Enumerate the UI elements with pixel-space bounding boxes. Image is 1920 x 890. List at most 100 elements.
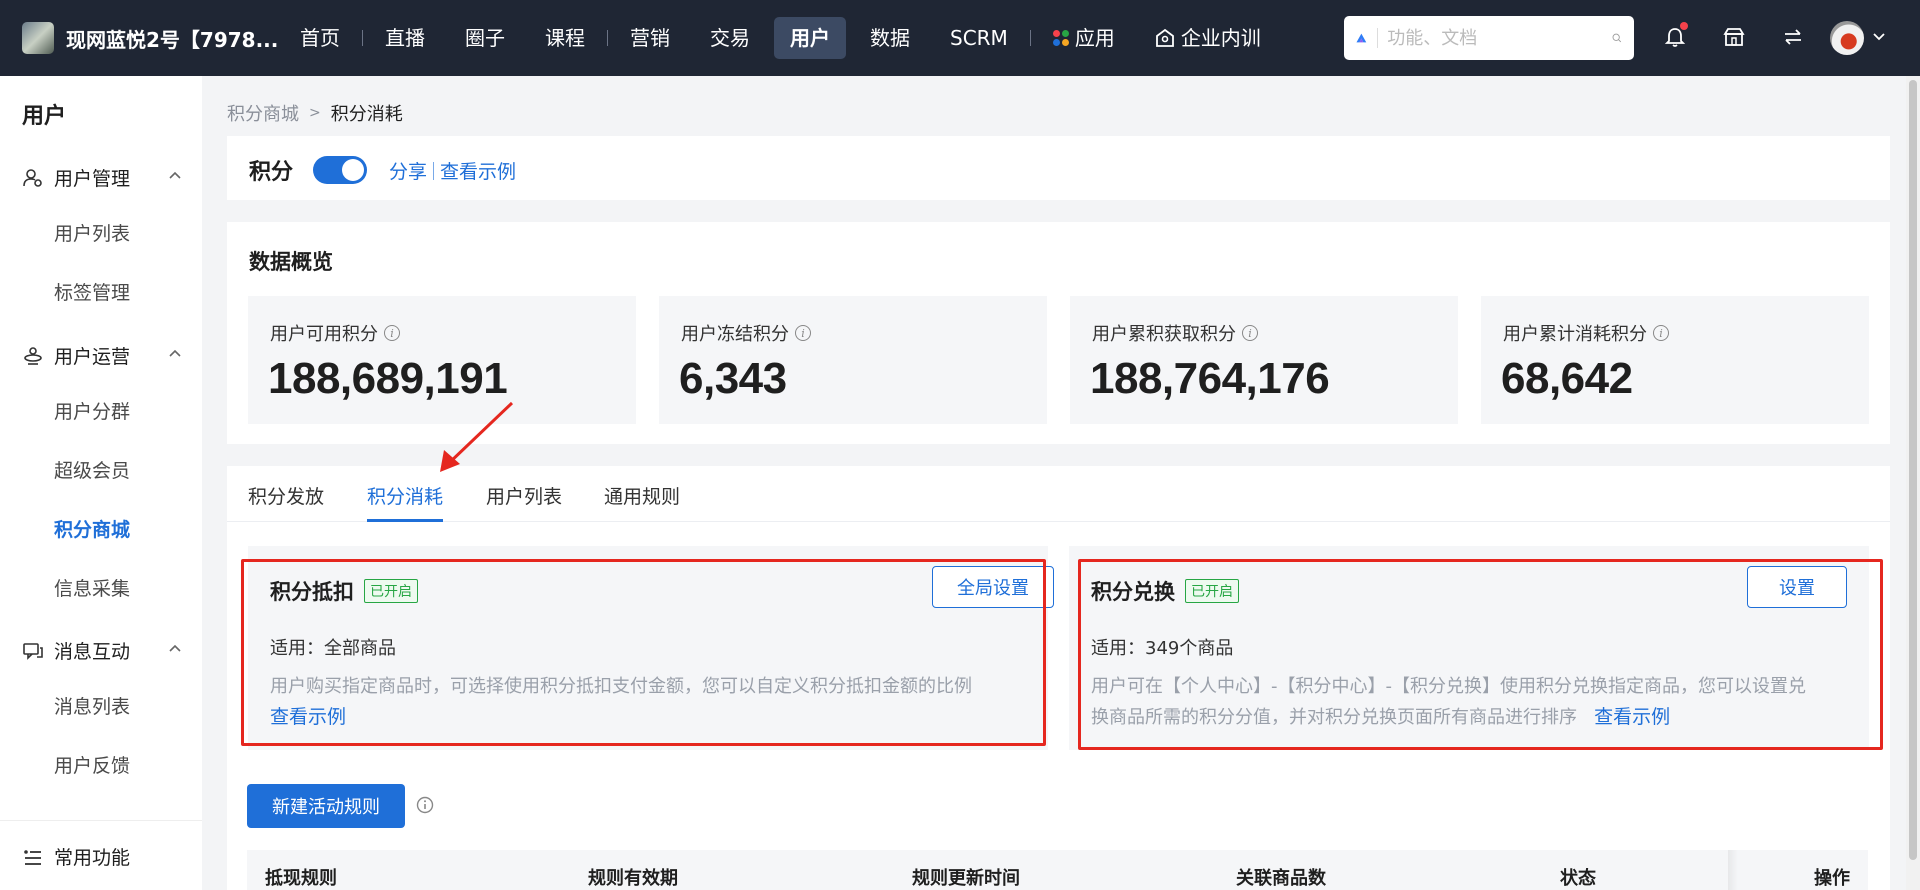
breadcrumb-current: 积分消耗 [330, 104, 403, 125]
column-header: 操作 [1814, 868, 1850, 889]
main-nav: 首页 直播 圈子 课程 营销 交易 用户 数据 SCRM 应用 企业内训 [280, 0, 1281, 76]
stat-label: 用户冻结积分 i [681, 320, 811, 346]
overview-title: 数据概览 [249, 250, 333, 274]
nav-divider [1029, 30, 1031, 46]
points-links: 分享 查看示例 [389, 157, 516, 184]
notification-dot [1680, 22, 1688, 30]
info-icon[interactable]: i [795, 325, 811, 341]
sidebar-title: 用户 [22, 104, 67, 129]
page-scrollbar[interactable] [1906, 76, 1920, 890]
sidebar-item-user-list[interactable]: 用户列表 [54, 219, 130, 246]
chevron-right-icon: > [309, 105, 321, 121]
stat-total-earned-points: 用户累积获取积分 i 188,764,176 [1070, 296, 1458, 424]
training-icon [1155, 28, 1174, 47]
swap-icon [1785, 29, 1801, 45]
sidebar-group-label: 用户运营 [54, 346, 131, 368]
view-example-link[interactable]: 查看示例 [440, 157, 516, 184]
global-search[interactable] [1344, 16, 1634, 60]
nav-data[interactable]: 数据 [854, 17, 926, 59]
list-icon [24, 849, 41, 865]
info-icon[interactable]: i [384, 325, 400, 341]
share-link[interactable]: 分享 [389, 157, 427, 184]
nav-scrm[interactable]: SCRM [934, 17, 1024, 59]
shop-logo [22, 22, 54, 54]
new-activity-rule-button[interactable]: 新建活动规则 [247, 784, 405, 828]
sidebar-divider [0, 820, 202, 821]
sidebar-item-user-segment[interactable]: 用户分群 [54, 397, 130, 424]
nav-circle[interactable]: 圈子 [449, 17, 521, 59]
info-icon[interactable]: i [1242, 325, 1258, 341]
store-button[interactable] [1719, 22, 1749, 52]
apps-icon [1052, 30, 1069, 46]
points-header-card: 积分 分享 查看示例 [227, 136, 1890, 200]
store-icon [1723, 28, 1745, 46]
stat-value: 68,642 [1501, 354, 1633, 403]
nav-divider [607, 30, 608, 46]
nav-trade[interactable]: 交易 [694, 17, 766, 59]
scrollbar-thumb[interactable] [1909, 80, 1917, 860]
shop-name: 现网蓝悦2号【7978... [66, 27, 279, 52]
user-gear-icon [23, 168, 42, 187]
shop-switcher[interactable]: 现网蓝悦2号【7978... [0, 22, 280, 54]
sidebar-group-label: 消息互动 [54, 641, 131, 663]
tab-points-consume[interactable]: 积分消耗 [367, 482, 443, 509]
sidebar-bottom-label: 常用功能 [54, 847, 131, 869]
sidebar-item-super-member[interactable]: 超级会员 [54, 456, 130, 483]
nav-live[interactable]: 直播 [369, 17, 441, 59]
info-icon[interactable] [416, 796, 434, 814]
user-avatar[interactable] [1830, 21, 1864, 55]
stat-label: 用户累积获取积分 i [1092, 320, 1258, 346]
notification-button[interactable] [1660, 22, 1690, 52]
sticky-column-shadow [1728, 850, 1738, 890]
column-header: 规则更新时间 [912, 868, 1020, 889]
stat-total-consumed-points: 用户累计消耗积分 i 68,642 [1481, 296, 1869, 424]
stat-value: 188,764,176 [1090, 354, 1330, 403]
search-input[interactable] [1387, 27, 1613, 49]
column-header: 规则有效期 [588, 868, 678, 889]
search-icon[interactable] [1612, 28, 1622, 48]
top-navigation-bar: 现网蓝悦2号【7978... 首页 直播 圈子 课程 营销 交易 用户 数据 S… [0, 0, 1920, 76]
sidebar: 用户 用户管理 用户列表 标签管理 用户运营 用户分群 超级会员 积分商城 信息… [0, 76, 202, 890]
points-toggle[interactable] [313, 156, 367, 184]
stat-frozen-points: 用户冻结积分 i 6,343 [659, 296, 1047, 424]
nav-course[interactable]: 课程 [529, 17, 601, 59]
tab-user-list[interactable]: 用户列表 [486, 482, 562, 509]
nav-home[interactable]: 首页 [284, 17, 356, 59]
breadcrumb: 积分商城 > 积分消耗 [227, 100, 403, 126]
points-title: 积分 [249, 160, 294, 185]
chevron-up-icon [169, 171, 181, 179]
nav-apps[interactable]: 应用 [1037, 17, 1131, 59]
column-header: 抵现规则 [265, 868, 337, 889]
assistant-logo-icon [1356, 33, 1367, 43]
sidebar-item-points-mall[interactable]: 积分商城 [54, 515, 130, 542]
nav-marketing[interactable]: 营销 [614, 17, 686, 59]
stat-value: 188,689,191 [268, 354, 508, 403]
sidebar-group-user-management[interactable]: 用户管理 [22, 164, 182, 191]
nav-divider [362, 30, 363, 46]
sidebar-item-message-list[interactable]: 消息列表 [54, 692, 130, 719]
tab-general-rules[interactable]: 通用规则 [604, 482, 680, 509]
nav-user[interactable]: 用户 [774, 17, 846, 59]
active-tab-indicator [367, 519, 443, 522]
sidebar-item-tag-management[interactable]: 标签管理 [54, 278, 130, 305]
nav-training[interactable]: 企业内训 [1139, 17, 1277, 59]
switch-button[interactable] [1778, 22, 1808, 52]
sidebar-group-user-operation[interactable]: 用户运营 [22, 342, 182, 369]
chevron-down-icon[interactable] [1872, 32, 1886, 42]
chevron-up-icon [169, 644, 181, 652]
nav-training-label: 企业内训 [1180, 26, 1261, 50]
annotation-arrow-icon [440, 401, 514, 472]
sidebar-group-message[interactable]: 消息互动 [22, 637, 182, 664]
info-icon[interactable]: i [1653, 325, 1669, 341]
highlight-frame [241, 559, 1046, 746]
breadcrumb-parent[interactable]: 积分商城 [227, 100, 299, 126]
highlight-frame [1078, 559, 1883, 750]
link-divider [433, 161, 435, 180]
chevron-up-icon [169, 349, 181, 357]
sidebar-item-user-feedback[interactable]: 用户反馈 [54, 751, 130, 778]
tab-points-issue[interactable]: 积分发放 [248, 482, 324, 509]
sidebar-group-label: 用户管理 [54, 168, 131, 190]
sidebar-common-functions[interactable]: 常用功能 [22, 843, 182, 870]
column-header: 关联商品数 [1236, 868, 1326, 889]
sidebar-item-info-collection[interactable]: 信息采集 [54, 574, 130, 601]
